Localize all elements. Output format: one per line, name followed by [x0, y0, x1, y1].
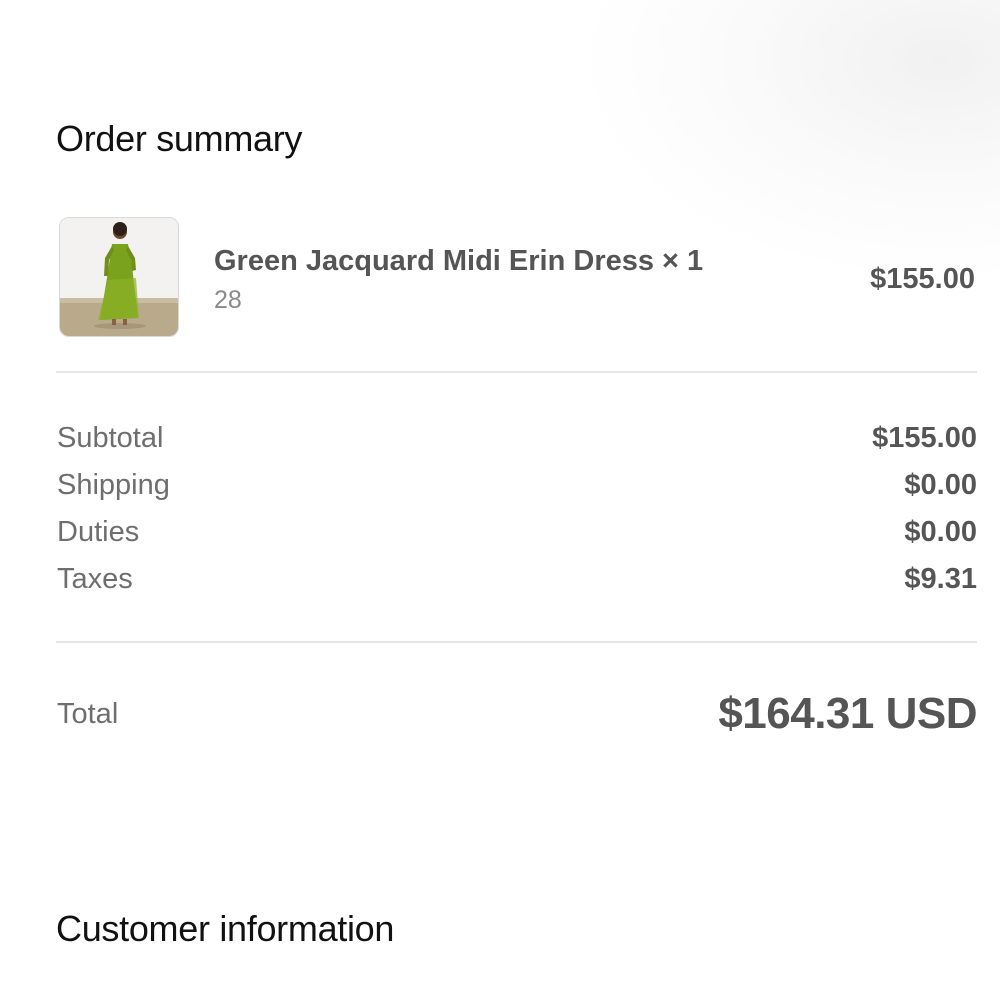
- duties-label: Duties: [57, 515, 140, 548]
- checkout-page: Order summary Green Jacquard Midi Erin D…: [0, 0, 1000, 1000]
- shipping-row: Shipping $0.00: [57, 465, 977, 505]
- shipping-label: Shipping: [57, 468, 170, 501]
- product-thumbnail: [59, 217, 179, 337]
- taxes-label: Taxes: [57, 562, 133, 595]
- product-price: $155.00: [870, 263, 975, 295]
- subtotal-value: $155.00: [872, 421, 977, 454]
- taxes-value: $9.31: [904, 562, 977, 595]
- divider: [56, 641, 977, 643]
- total-row: Total $164.31 USD: [57, 686, 977, 742]
- shipping-value: $0.00: [904, 468, 977, 501]
- total-value: $164.31 USD: [718, 689, 977, 738]
- taxes-row: Taxes $9.31: [57, 559, 977, 599]
- duties-row: Duties $0.00: [57, 512, 977, 552]
- subtotal-row: Subtotal $155.00: [57, 418, 977, 458]
- product-variant: 28: [214, 286, 242, 314]
- duties-value: $0.00: [904, 515, 977, 548]
- customer-information-title: Customer information: [56, 908, 395, 949]
- order-summary-title: Order summary: [56, 118, 303, 159]
- divider: [56, 371, 977, 373]
- product-photo-icon: [60, 218, 178, 336]
- product-name: Green Jacquard Midi Erin Dress × 1: [214, 245, 704, 277]
- total-label: Total: [57, 697, 119, 730]
- subtotal-label: Subtotal: [57, 421, 164, 454]
